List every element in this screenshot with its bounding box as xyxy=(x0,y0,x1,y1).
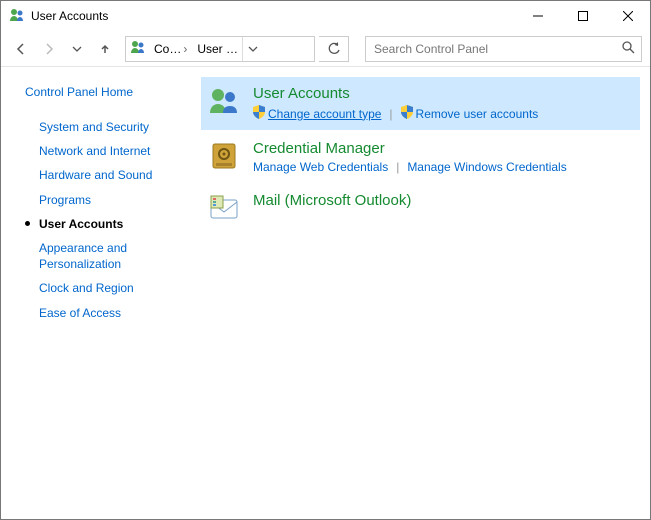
category-link[interactable]: Manage Windows Credentials xyxy=(407,160,566,174)
category-title[interactable]: Mail (Microsoft Outlook) xyxy=(253,192,624,209)
category-icon xyxy=(207,192,241,224)
link-label: Remove user accounts xyxy=(416,107,539,121)
address-dropdown-button[interactable] xyxy=(242,37,262,61)
chevron-right-icon: › xyxy=(183,42,187,56)
search-input[interactable] xyxy=(372,41,621,57)
title-bar: User Accounts xyxy=(1,1,650,31)
sidebar: Control Panel Home System and SecurityNe… xyxy=(1,67,201,519)
address-bar[interactable]: Co… › User … xyxy=(125,36,315,62)
sidebar-item[interactable]: Clock and Region xyxy=(25,276,191,300)
sidebar-item[interactable]: System and Security xyxy=(25,115,191,139)
shield-icon xyxy=(401,105,413,122)
back-button[interactable] xyxy=(9,37,33,61)
category-link[interactable]: Remove user accounts xyxy=(401,105,539,122)
breadcrumb-segment-1[interactable]: Co… › xyxy=(150,37,193,61)
content-area: Control Panel Home System and SecurityNe… xyxy=(1,67,650,519)
window-title: User Accounts xyxy=(31,9,108,23)
up-button[interactable] xyxy=(93,37,117,61)
category-icon xyxy=(207,140,241,174)
sidebar-item[interactable]: Appearance and Personalization xyxy=(25,236,191,276)
category-row: Mail (Microsoft Outlook) xyxy=(201,184,640,232)
link-label: Manage Web Credentials xyxy=(253,160,388,174)
nav-bar: Co… › User … xyxy=(1,31,650,67)
sidebar-item[interactable]: User Accounts xyxy=(25,212,191,236)
category-icon xyxy=(207,85,241,122)
main-pane: User Accounts Change account type | Remove … xyxy=(201,67,650,519)
sidebar-home-link[interactable]: Control Panel Home xyxy=(25,85,191,99)
link-separator: | xyxy=(389,107,392,121)
sidebar-item[interactable]: Network and Internet xyxy=(25,139,191,163)
category-link[interactable]: Manage Web Credentials xyxy=(253,160,388,174)
close-button[interactable] xyxy=(605,1,650,31)
search-icon[interactable] xyxy=(621,40,635,57)
category-title[interactable]: Credential Manager xyxy=(253,140,624,157)
category-title[interactable]: User Accounts xyxy=(253,85,624,102)
breadcrumb-segment-2[interactable]: User … xyxy=(193,37,242,61)
search-box[interactable] xyxy=(365,36,642,62)
app-icon xyxy=(9,7,25,26)
link-label: Manage Windows Credentials xyxy=(407,160,566,174)
breadcrumb-label: User … xyxy=(197,42,238,56)
recent-locations-button[interactable] xyxy=(65,37,89,61)
address-icon xyxy=(130,39,146,58)
sidebar-list: System and SecurityNetwork and InternetH… xyxy=(25,115,191,325)
category-row: User Accounts Change account type | Remove … xyxy=(201,77,640,130)
sidebar-item[interactable]: Programs xyxy=(25,188,191,212)
shield-icon xyxy=(253,105,265,122)
minimize-button[interactable] xyxy=(515,1,560,31)
link-separator: | xyxy=(396,160,399,174)
category-row: Credential Manager Manage Web Credentials… xyxy=(201,132,640,182)
breadcrumb-label: Co… xyxy=(154,42,181,56)
link-label: Change account type xyxy=(268,107,381,121)
forward-button[interactable] xyxy=(37,37,61,61)
refresh-button[interactable] xyxy=(319,36,349,62)
sidebar-item[interactable]: Hardware and Sound xyxy=(25,163,191,187)
maximize-button[interactable] xyxy=(560,1,605,31)
sidebar-item[interactable]: Ease of Access xyxy=(25,301,191,325)
category-link[interactable]: Change account type xyxy=(253,105,381,122)
